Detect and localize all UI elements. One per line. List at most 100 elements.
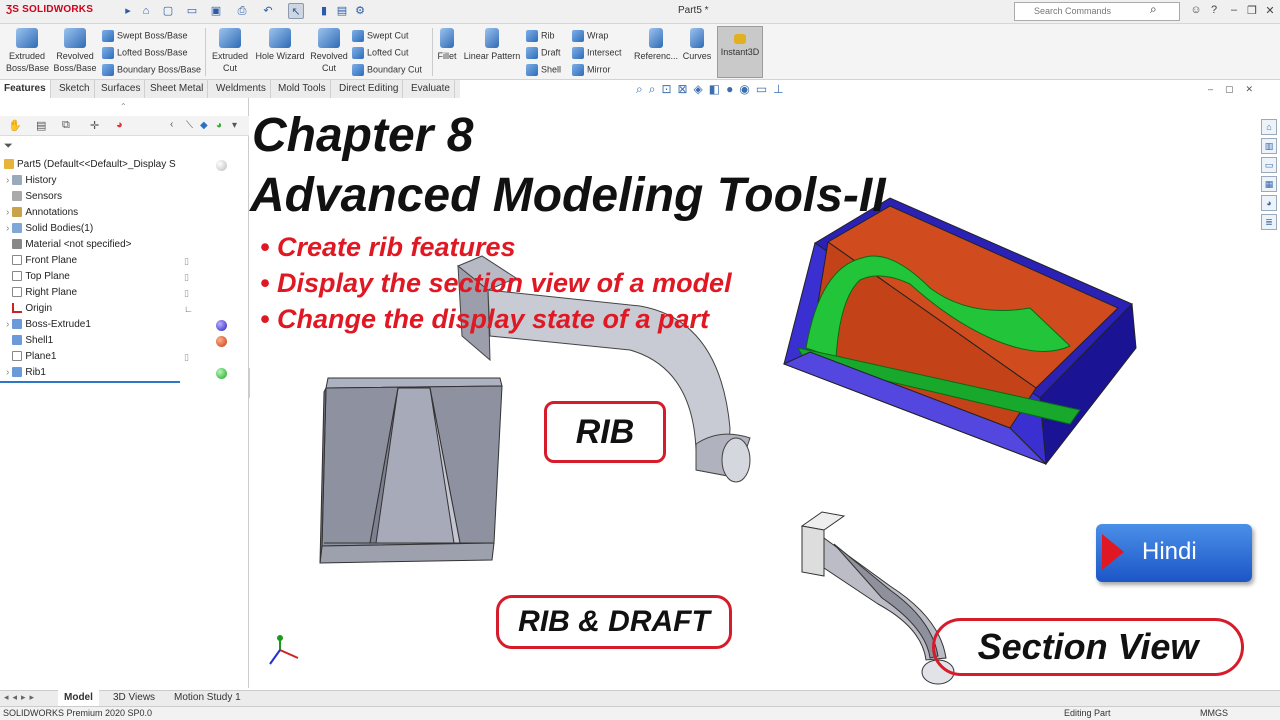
tab-motion-study[interactable]: Motion Study 1 xyxy=(168,690,247,706)
status-units[interactable]: MMGS xyxy=(1200,708,1228,718)
design-library-icon[interactable]: ▥ xyxy=(1261,138,1277,154)
appearance-icon[interactable]: ◕ xyxy=(216,120,222,131)
search-icon[interactable]: ⌕ xyxy=(1150,2,1157,17)
rebuild-icon[interactable]: ▮ xyxy=(316,3,332,19)
plane-visibility-icon[interactable]: ▯ xyxy=(184,352,189,363)
options-gear-icon[interactable]: ⚙ xyxy=(352,3,368,19)
tab-surfaces[interactable]: Surfaces xyxy=(97,80,146,98)
swept-cut-button[interactable]: Swept Cut xyxy=(352,30,409,42)
hide-show-icon[interactable]: ⟍ xyxy=(186,120,193,131)
home-icon[interactable]: ⌂ xyxy=(138,3,154,19)
tab-direct-editing[interactable]: Direct Editing xyxy=(335,80,404,98)
arrow-icon[interactable]: ▸ xyxy=(120,3,136,19)
view-palette-icon[interactable]: ▦ xyxy=(1261,176,1277,192)
custom-properties-icon[interactable]: ≣ xyxy=(1261,214,1277,230)
tree-item-right-plane[interactable]: › Right Plane xyxy=(6,287,77,298)
boundary-cut-button[interactable]: Boundary Cut xyxy=(352,64,422,76)
status-mode: Editing Part xyxy=(1064,708,1111,718)
display-manager-tab-icon[interactable]: ◕ xyxy=(116,119,123,131)
linear-pattern-button[interactable]: Linear Pattern xyxy=(462,28,522,62)
lofted-cut-button[interactable]: Lofted Cut xyxy=(352,47,409,59)
restore-icon[interactable]: ❐ xyxy=(1244,4,1260,17)
file-explorer-icon[interactable]: ▭ xyxy=(1261,157,1277,173)
display-state-ball[interactable] xyxy=(216,160,227,171)
origin-visibility-icon[interactable]: ∟ xyxy=(184,304,193,314)
new-document-icon[interactable]: ▢ xyxy=(160,3,176,19)
file-properties-icon[interactable]: ▤ xyxy=(334,3,350,19)
lofted-boss-button[interactable]: Lofted Boss/Base xyxy=(102,47,188,59)
tree-item-boss-extrude1[interactable]: › Boss-Extrude1 xyxy=(6,319,91,330)
feature-manager-tab-icon[interactable]: ✋ xyxy=(8,119,22,132)
chevron-left-icon[interactable]: ‹ xyxy=(170,119,173,130)
tree-item-top-plane[interactable]: › Top Plane xyxy=(6,271,70,282)
plane-visibility-icon[interactable]: ▯ xyxy=(184,272,189,283)
tab-scroll-arrows[interactable]: ◂◂▸▸ xyxy=(4,692,38,703)
tab-weldments[interactable]: Weldments xyxy=(212,80,271,98)
revolved-boss-button[interactable]: Revolved Boss/Base xyxy=(52,28,98,74)
property-manager-tab-icon[interactable]: ▤ xyxy=(36,119,46,132)
tree-item-history[interactable]: › History xyxy=(6,175,56,186)
dimxpert-tab-icon[interactable]: ✛ xyxy=(90,119,99,132)
panel-collapse-handle[interactable]: ⌃ xyxy=(120,102,127,111)
save-icon[interactable]: ▣ xyxy=(208,3,224,19)
extruded-cut-button[interactable]: Extruded Cut xyxy=(208,28,252,74)
tree-item-annotations[interactable]: › Annotations xyxy=(6,207,78,218)
undo-icon[interactable]: ↶ xyxy=(260,3,276,19)
shell-button[interactable]: Shell xyxy=(526,64,561,76)
curves-button[interactable]: Curves xyxy=(680,28,714,62)
intersect-button[interactable]: Intersect xyxy=(572,47,622,59)
tree-item-shell1[interactable]: › Shell1 xyxy=(6,335,53,346)
mirror-button[interactable]: Mirror xyxy=(572,64,611,76)
rib-button[interactable]: Rib xyxy=(526,30,555,42)
hole-wizard-button[interactable]: Hole Wizard xyxy=(252,28,308,62)
solidworks-resources-icon[interactable]: ⌂ xyxy=(1261,119,1277,135)
close-icon[interactable]: ✕ xyxy=(1262,4,1278,17)
solidworks-logo[interactable]: ƷS SOLIDWORKS xyxy=(6,4,93,15)
swept-boss-button[interactable]: Swept Boss/Base xyxy=(102,30,188,42)
boundary-boss-button[interactable]: Boundary Boss/Base xyxy=(102,64,201,76)
view-cube-icon[interactable]: ◆ xyxy=(200,120,208,131)
tree-root-part[interactable]: Part5 (Default<<Default>_Display S xyxy=(4,159,176,170)
scene-icon[interactable]: ▾ xyxy=(232,120,237,131)
configuration-manager-tab-icon[interactable]: ⧉ xyxy=(62,119,70,132)
tab-model[interactable]: Model xyxy=(58,690,99,706)
tab-3d-views[interactable]: 3D Views xyxy=(107,690,161,706)
select-pointer-icon[interactable]: ↖ xyxy=(288,3,304,19)
tree-item-solid-bodies[interactable]: › Solid Bodies(1) xyxy=(6,223,93,234)
print-icon[interactable]: ⎙ xyxy=(234,3,250,19)
reference-geometry-icon xyxy=(649,28,663,48)
tree-item-sensors[interactable]: › Sensors xyxy=(6,191,62,202)
heads-up-view-toolbar[interactable]: ⌕⌕⊡⊠◈◧●◉▭⊥ xyxy=(636,82,790,97)
document-window-controls[interactable]: –▢✕ xyxy=(1208,84,1265,95)
open-folder-icon[interactable]: ▭ xyxy=(184,3,200,19)
tree-item-plane1[interactable]: › Plane1 xyxy=(6,351,56,362)
tree-item-origin[interactable]: › Origin xyxy=(6,303,52,314)
hindi-video-button[interactable]: Hindi xyxy=(1096,524,1252,582)
tab-sketch[interactable]: Sketch xyxy=(55,80,95,98)
appearance-ball-orange[interactable] xyxy=(216,336,227,347)
rollback-bar[interactable] xyxy=(0,381,180,383)
extruded-cut-icon xyxy=(219,28,241,48)
tab-features[interactable]: Features xyxy=(0,80,51,98)
extruded-boss-button[interactable]: Extruded Boss/Base xyxy=(6,28,49,74)
tab-mold-tools[interactable]: Mold Tools xyxy=(274,80,331,98)
tree-item-front-plane[interactable]: › Front Plane xyxy=(6,255,77,266)
appearance-ball-blue[interactable] xyxy=(216,320,227,331)
plane-visibility-icon[interactable]: ▯ xyxy=(184,256,189,267)
appearance-ball-green[interactable] xyxy=(216,368,227,379)
wrap-button[interactable]: Wrap xyxy=(572,30,608,42)
filter-icon[interactable]: ⏷ xyxy=(4,140,13,153)
help-icon[interactable]: ? xyxy=(1206,4,1222,16)
plane-visibility-icon[interactable]: ▯ xyxy=(184,288,189,299)
reference-geometry-button[interactable]: Referenc... xyxy=(634,28,678,62)
minimize-icon[interactable]: – xyxy=(1226,4,1242,16)
tab-sheet-metal[interactable]: Sheet Metal xyxy=(146,80,209,98)
tree-item-material[interactable]: › Material <not specified> xyxy=(6,239,132,250)
tab-evaluate[interactable]: Evaluate xyxy=(407,80,455,98)
tree-item-rib1[interactable]: › Rib1 xyxy=(6,367,46,378)
fillet-button[interactable]: Fillet xyxy=(434,28,460,62)
revolved-cut-button[interactable]: Revolved Cut xyxy=(308,28,350,74)
draft-button[interactable]: Draft xyxy=(526,47,561,59)
appearances-icon[interactable]: ◕ xyxy=(1261,195,1277,211)
user-icon[interactable]: ☺ xyxy=(1188,4,1204,16)
